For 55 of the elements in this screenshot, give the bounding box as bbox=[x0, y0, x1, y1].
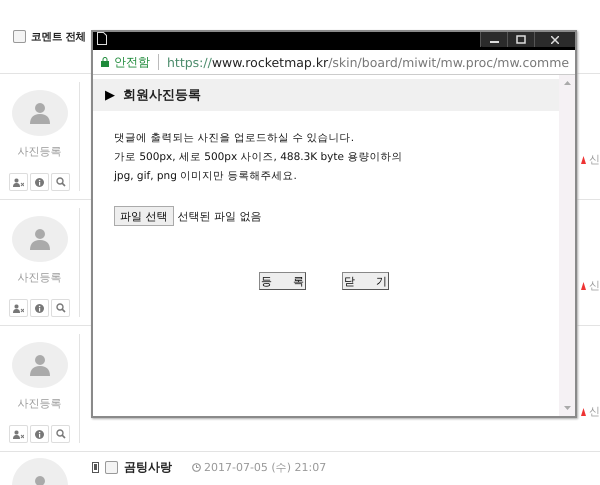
triangle-icon bbox=[581, 408, 586, 416]
report-link[interactable]: 신 bbox=[581, 152, 600, 167]
triangle-icon bbox=[581, 156, 586, 164]
avatar[interactable] bbox=[12, 90, 68, 136]
report-link[interactable]: 신 bbox=[581, 404, 600, 419]
comment-date: 2017-07-05 (수) 21:07 bbox=[204, 460, 326, 474]
close-dialog-button[interactable]: 닫 기 bbox=[342, 272, 389, 290]
checkbox[interactable] bbox=[13, 30, 26, 43]
info-icon bbox=[35, 430, 44, 438]
register-button[interactable]: 등 록 bbox=[259, 272, 306, 290]
person-icon bbox=[28, 353, 52, 377]
checkbox[interactable] bbox=[105, 460, 118, 474]
person-icon bbox=[28, 101, 52, 125]
close-icon bbox=[551, 36, 559, 44]
instruction-text: 댓글에 출력되는 사진을 업로드하실 수 있습니다. bbox=[114, 131, 356, 146]
search-button[interactable] bbox=[51, 425, 70, 443]
select-all-label: 코멘트 전체 bbox=[31, 30, 86, 44]
user-remove-button[interactable] bbox=[9, 173, 28, 191]
search-button[interactable] bbox=[51, 173, 70, 191]
info-icon bbox=[35, 304, 44, 312]
triangle-marker: ▶ bbox=[105, 88, 115, 102]
url-text[interactable]: https://www.rocketmap.kr/skin/board/miwit/mw.proc/mw.comme bbox=[167, 54, 570, 70]
phone-icon bbox=[92, 462, 99, 472]
lock-icon bbox=[101, 57, 109, 67]
file-status: 선택된 파일 없음 bbox=[178, 208, 262, 224]
user-remove-icon bbox=[13, 304, 24, 312]
user-remove-icon bbox=[13, 430, 24, 438]
section-title: 회원사진등록 bbox=[123, 87, 201, 104]
info-button[interactable] bbox=[30, 173, 49, 191]
person-icon bbox=[28, 227, 52, 251]
photo-label[interactable]: 사진등록 bbox=[18, 396, 62, 411]
security-label: 안전함 bbox=[114, 54, 150, 70]
avatar[interactable] bbox=[12, 216, 68, 262]
info-button[interactable] bbox=[30, 425, 49, 443]
instruction-text: 가로 500px, 세로 500px 사이즈, 488.3K byte 용량이하의 bbox=[114, 150, 404, 165]
user-remove-icon bbox=[13, 178, 24, 186]
search-icon bbox=[56, 303, 66, 313]
file-choose-button[interactable]: 파일 선택 bbox=[114, 206, 174, 226]
search-icon bbox=[56, 177, 66, 187]
avatar[interactable] bbox=[12, 342, 68, 388]
info-button[interactable] bbox=[30, 299, 49, 317]
user-remove-button[interactable] bbox=[9, 425, 28, 443]
document-icon bbox=[97, 32, 107, 45]
photo-label[interactable]: 사진등록 bbox=[18, 144, 62, 159]
user-remove-button[interactable] bbox=[9, 299, 28, 317]
info-icon bbox=[35, 178, 44, 186]
instruction-text: jpg, gif, png 이미지만 등록해주세요. bbox=[114, 169, 298, 184]
triangle-icon bbox=[581, 282, 586, 290]
report-link[interactable]: 신 bbox=[581, 278, 600, 293]
author-name: 곰팅사랑 bbox=[124, 458, 172, 476]
search-button[interactable] bbox=[51, 299, 70, 317]
photo-label[interactable]: 사진등록 bbox=[18, 270, 62, 285]
clock-icon bbox=[192, 462, 201, 472]
search-icon bbox=[56, 429, 66, 439]
maximize-icon bbox=[516, 35, 526, 44]
